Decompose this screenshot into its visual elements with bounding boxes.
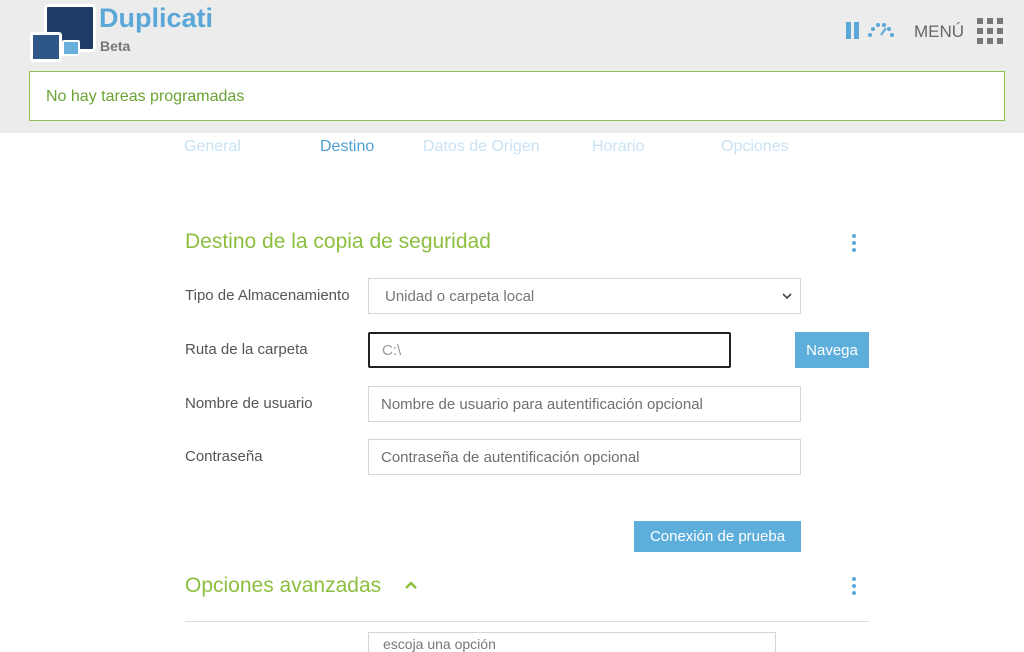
- folder-path-label: Ruta de la carpeta: [185, 341, 308, 358]
- menu-button[interactable]: MENÚ: [914, 22, 964, 42]
- password-label: Contraseña: [185, 448, 263, 465]
- duplicati-logo-icon: [28, 2, 96, 62]
- storage-type-label: Tipo de Almacenamiento: [185, 287, 350, 304]
- app-name: Duplicati: [99, 3, 214, 33]
- advanced-option-placeholder: escoja una opción: [383, 636, 496, 652]
- pause-icon[interactable]: [845, 22, 861, 40]
- advanced-more-icon[interactable]: [850, 577, 858, 599]
- password-input[interactable]: [368, 439, 801, 475]
- app-channel: Beta: [100, 38, 131, 54]
- tab-options[interactable]: Opciones: [721, 138, 789, 156]
- username-input[interactable]: [368, 386, 801, 422]
- tab-destination[interactable]: Destino: [320, 138, 374, 156]
- wizard-tabs: General Destino Datos de Origen Horario …: [0, 138, 1024, 162]
- tab-general[interactable]: General: [184, 138, 241, 156]
- apps-grid-icon[interactable]: [977, 18, 1003, 44]
- app-header: Duplicati Beta MENÚ No hay tareas progra…: [0, 0, 1024, 133]
- chevron-up-icon[interactable]: [404, 580, 418, 590]
- storage-type-value: Unidad o carpeta local: [385, 288, 535, 305]
- status-message: No hay tareas programadas: [46, 88, 245, 105]
- folder-path-input[interactable]: [368, 332, 731, 368]
- username-label: Nombre de usuario: [185, 395, 313, 412]
- destination-more-icon[interactable]: [850, 234, 858, 256]
- test-connection-button[interactable]: Conexión de prueba: [634, 521, 801, 552]
- tab-source-data[interactable]: Datos de Origen: [423, 138, 540, 156]
- advanced-options-title[interactable]: Opciones avanzadas: [185, 574, 381, 598]
- divider: [185, 621, 869, 622]
- advanced-option-select[interactable]: escoja una opción: [368, 632, 776, 652]
- chevron-down-icon: [782, 293, 792, 300]
- tab-schedule[interactable]: Horario: [592, 138, 644, 156]
- browse-button[interactable]: Navega: [795, 332, 869, 368]
- throttle-icon[interactable]: [866, 18, 896, 40]
- destination-title: Destino de la copia de seguridad: [185, 230, 491, 253]
- status-bar: No hay tareas programadas: [29, 71, 1005, 121]
- storage-type-select[interactable]: Unidad o carpeta local: [368, 278, 801, 314]
